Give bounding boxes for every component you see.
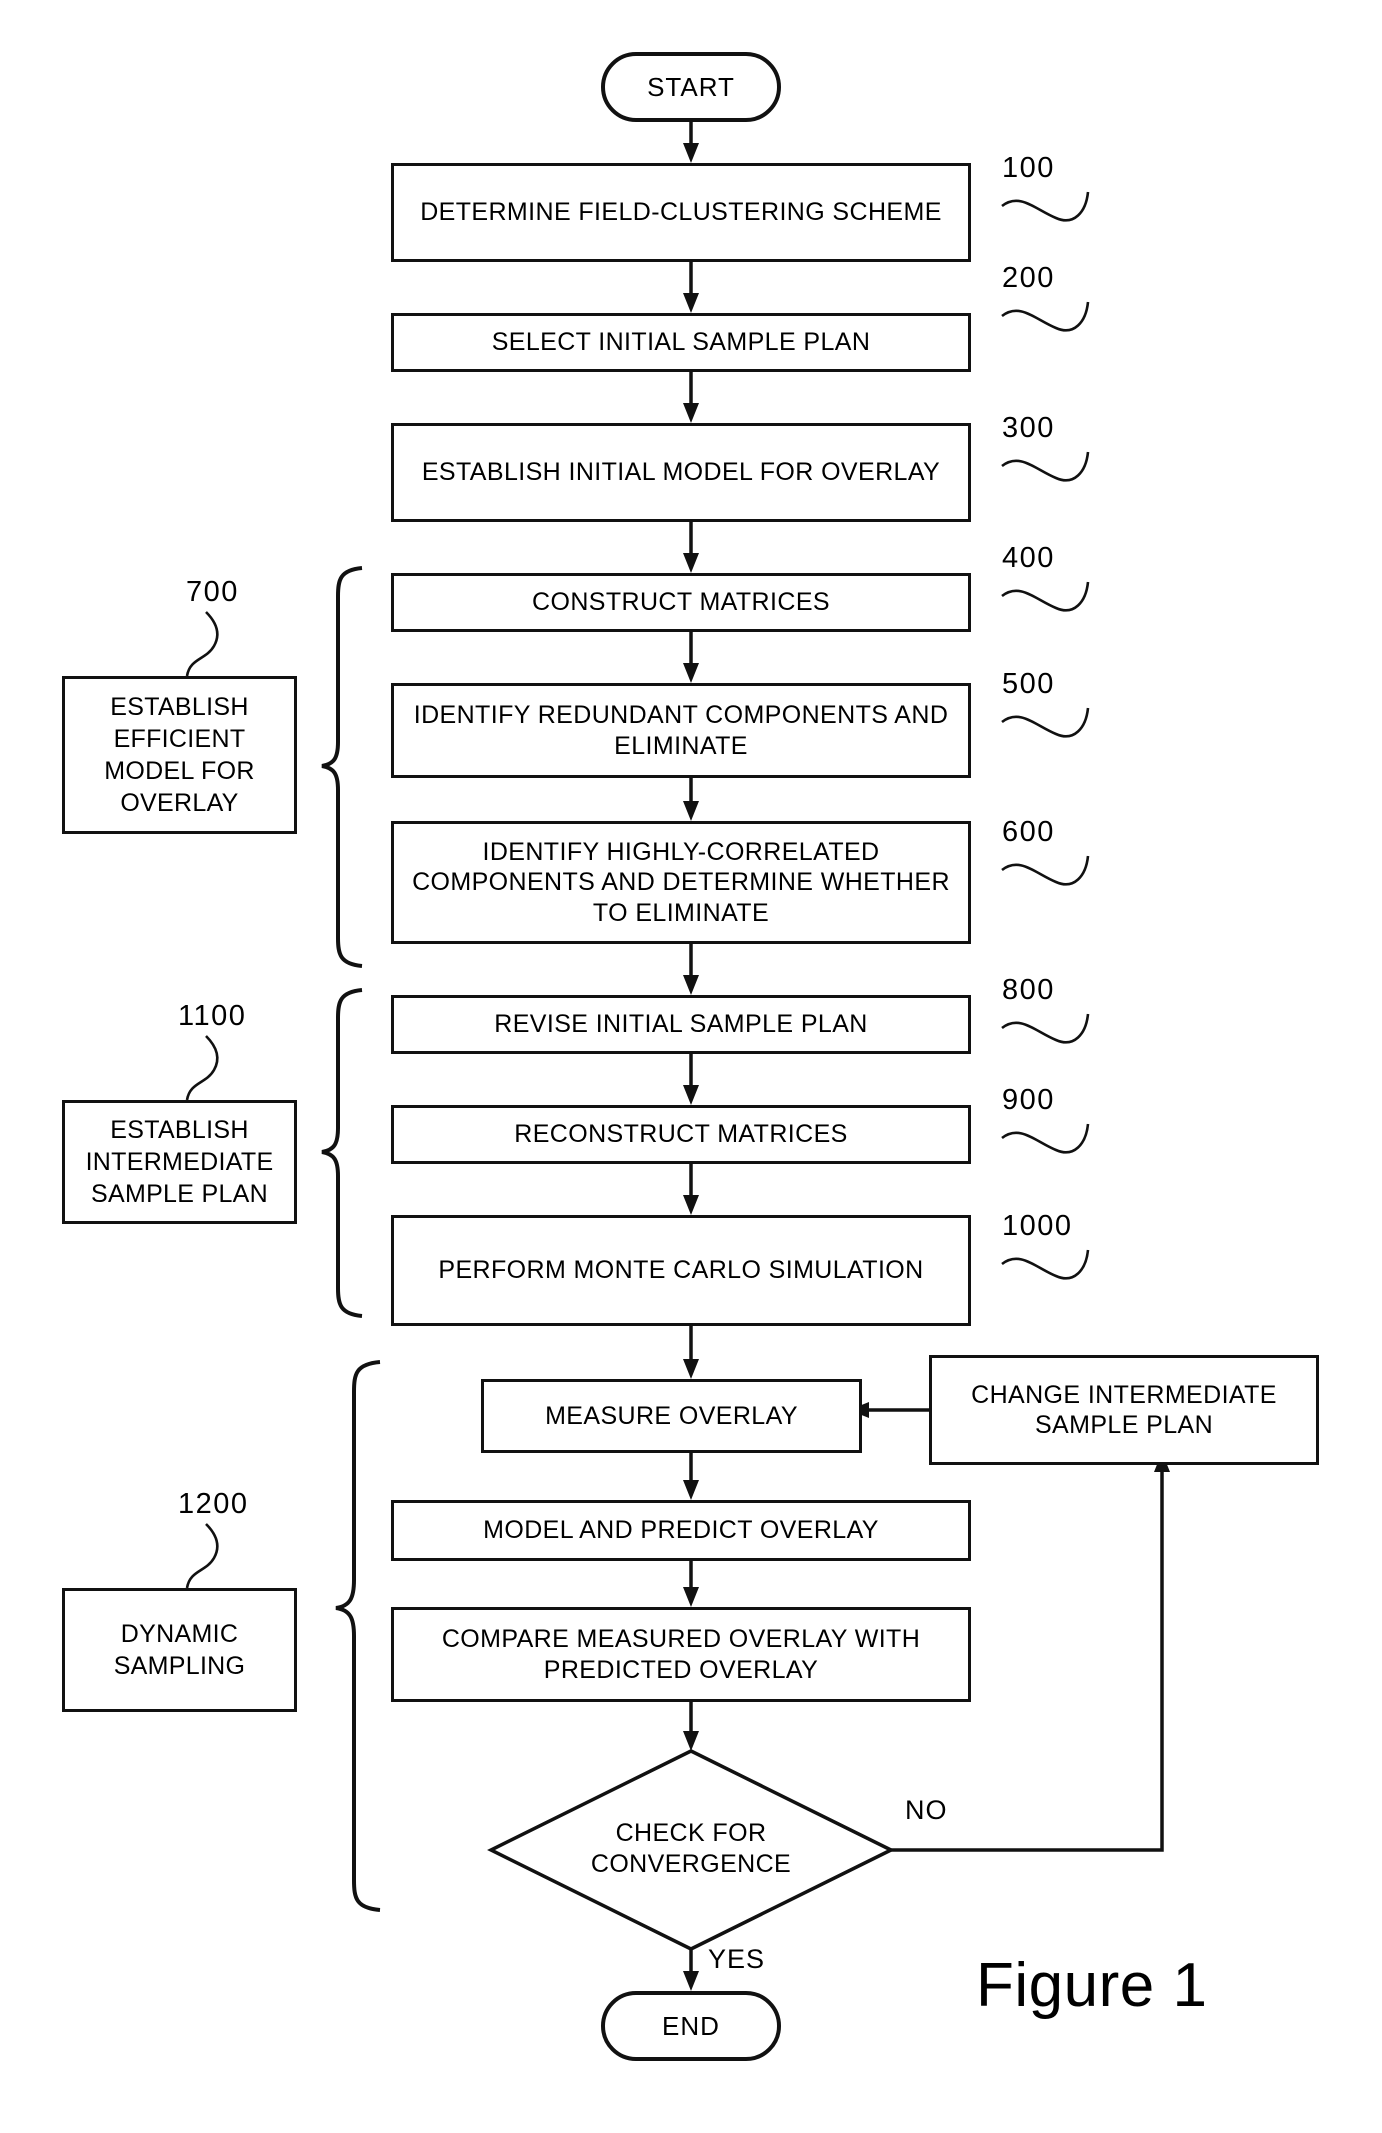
group-label-text-700: ESTABLISH EFFICIENT MODEL FOR OVERLAY [104,693,255,817]
leader-700 [185,611,219,677]
branch-label-no: NO [905,1795,948,1825]
process-box-measure-overlay: MEASURE OVERLAY [481,1379,862,1453]
process-box-compare-overlay: COMPARE MEASURED OVERLAY WITH PREDICTED … [391,1607,971,1702]
group-label-text-1100: ESTABLISH INTERMEDIATE SAMPLE PLAN [85,1116,274,1208]
process-box-model-predict-overlay: MODEL AND PREDICT OVERLAY [391,1500,971,1561]
process-box-300: ESTABLISH INITIAL MODEL FOR OVERLAY [391,423,971,522]
branch-label-yes: YES [708,1944,766,1974]
process-box-800: REVISE INITIAL SAMPLE PLAN [391,995,971,1054]
arrowhead [683,553,699,573]
reference-numeral-100: 100 [1002,152,1055,184]
arrowhead [683,403,699,423]
arrowhead [683,1731,699,1751]
arrowhead [683,1195,699,1215]
process-label-300: ESTABLISH INITIAL MODEL FOR OVERLAY [421,458,941,487]
arrowhead [683,975,699,995]
arrowhead [683,801,699,821]
leader-900 [1001,1123,1090,1154]
group-label-700: ESTABLISH EFFICIENT MODEL FOR OVERLAY [62,676,297,834]
process-box-500: IDENTIFY REDUNDANT COMPONENTS AND ELIMIN… [391,683,971,778]
arrowhead [683,1480,699,1500]
start-label: START [647,71,735,102]
arrowhead [683,1587,699,1607]
process-box-1000: PERFORM MONTE CARLO SIMULATION [391,1215,971,1326]
leader-1200 [185,1523,219,1589]
leader-1100 [185,1035,219,1101]
process-box-200: SELECT INITIAL SAMPLE PLAN [391,313,971,372]
process-label-model-predict-overlay: MODEL AND PREDICT OVERLAY [483,1516,879,1545]
reference-numeral-400: 400 [1002,542,1055,574]
process-box-400: CONSTRUCT MATRICES [391,573,971,632]
arrowhead [683,663,699,683]
figure-canvas: START END DETERMINE FIELD-CLUSTERING SCH… [0,0,1382,2133]
reference-numeral-900: 900 [1002,1084,1055,1116]
reference-numeral-200: 200 [1002,262,1055,294]
group-label-1100: ESTABLISH INTERMEDIATE SAMPLE PLAN [62,1100,297,1224]
reference-numeral-600: 600 [1002,816,1055,848]
decision-diamond-shape [487,1749,895,1951]
process-label-900: RECONSTRUCT MATRICES [514,1120,848,1149]
leader-100 [1001,191,1090,222]
reference-numeral-1100: 1100 [178,1000,247,1032]
process-label-1000: PERFORM MONTE CARLO SIMULATION [438,1256,924,1285]
leader-300 [1001,451,1090,482]
group-label-1200: DYNAMIC SAMPLING [62,1588,297,1712]
process-box-change-intermediate-sample-plan: CHANGE INTERMEDIATE SAMPLE PLAN [929,1355,1319,1465]
leader-200 [1001,301,1090,332]
group-label-text-1200: DYNAMIC SAMPLING [113,1620,246,1680]
arrowhead [683,1359,699,1379]
leader-1000 [1001,1249,1090,1280]
process-label-400: CONSTRUCT MATRICES [532,588,830,617]
brace-1200 [335,1360,381,1912]
end-terminator: END [601,1991,781,2061]
process-box-100: DETERMINE FIELD-CLUSTERING SCHEME [391,163,971,262]
process-box-600: IDENTIFY HIGHLY-CORRELATED COMPONENTS AN… [391,821,971,944]
process-label-200: SELECT INITIAL SAMPLE PLAN [491,328,871,357]
arrowhead [683,1085,699,1105]
arrowhead [683,143,699,163]
reference-numeral-300: 300 [1002,412,1055,444]
process-label-600: IDENTIFY HIGHLY-CORRELATED COMPONENTS AN… [412,837,950,927]
brace-700 [321,566,363,968]
leader-600 [1001,855,1090,886]
end-label: END [662,2010,720,2041]
start-terminator: START [601,52,781,122]
reference-numeral-1200: 1200 [178,1488,249,1520]
brace-1100 [321,988,363,1318]
arrowhead [683,293,699,313]
reference-numeral-700: 700 [186,576,239,608]
process-label-compare-overlay: COMPARE MEASURED OVERLAY WITH PREDICTED … [441,1625,921,1684]
leader-500 [1001,707,1090,738]
process-label-measure-overlay: MEASURE OVERLAY [545,1401,798,1430]
reference-numeral-500: 500 [1002,668,1055,700]
figure-caption: Figure 1 [976,1951,1208,2020]
process-box-900: RECONSTRUCT MATRICES [391,1105,971,1164]
reference-numeral-1000: 1000 [1002,1210,1073,1242]
reference-numeral-800: 800 [1002,974,1055,1006]
leader-800 [1001,1013,1090,1044]
process-label-100: DETERMINE FIELD-CLUSTERING SCHEME [420,198,942,227]
process-label-change-intermediate-sample-plan: CHANGE INTERMEDIATE SAMPLE PLAN [971,1380,1277,1440]
process-label-800: REVISE INITIAL SAMPLE PLAN [494,1010,868,1039]
process-label-500: IDENTIFY REDUNDANT COMPONENTS AND ELIMIN… [413,701,949,760]
leader-400 [1001,581,1090,612]
arrowhead [683,1971,699,1991]
